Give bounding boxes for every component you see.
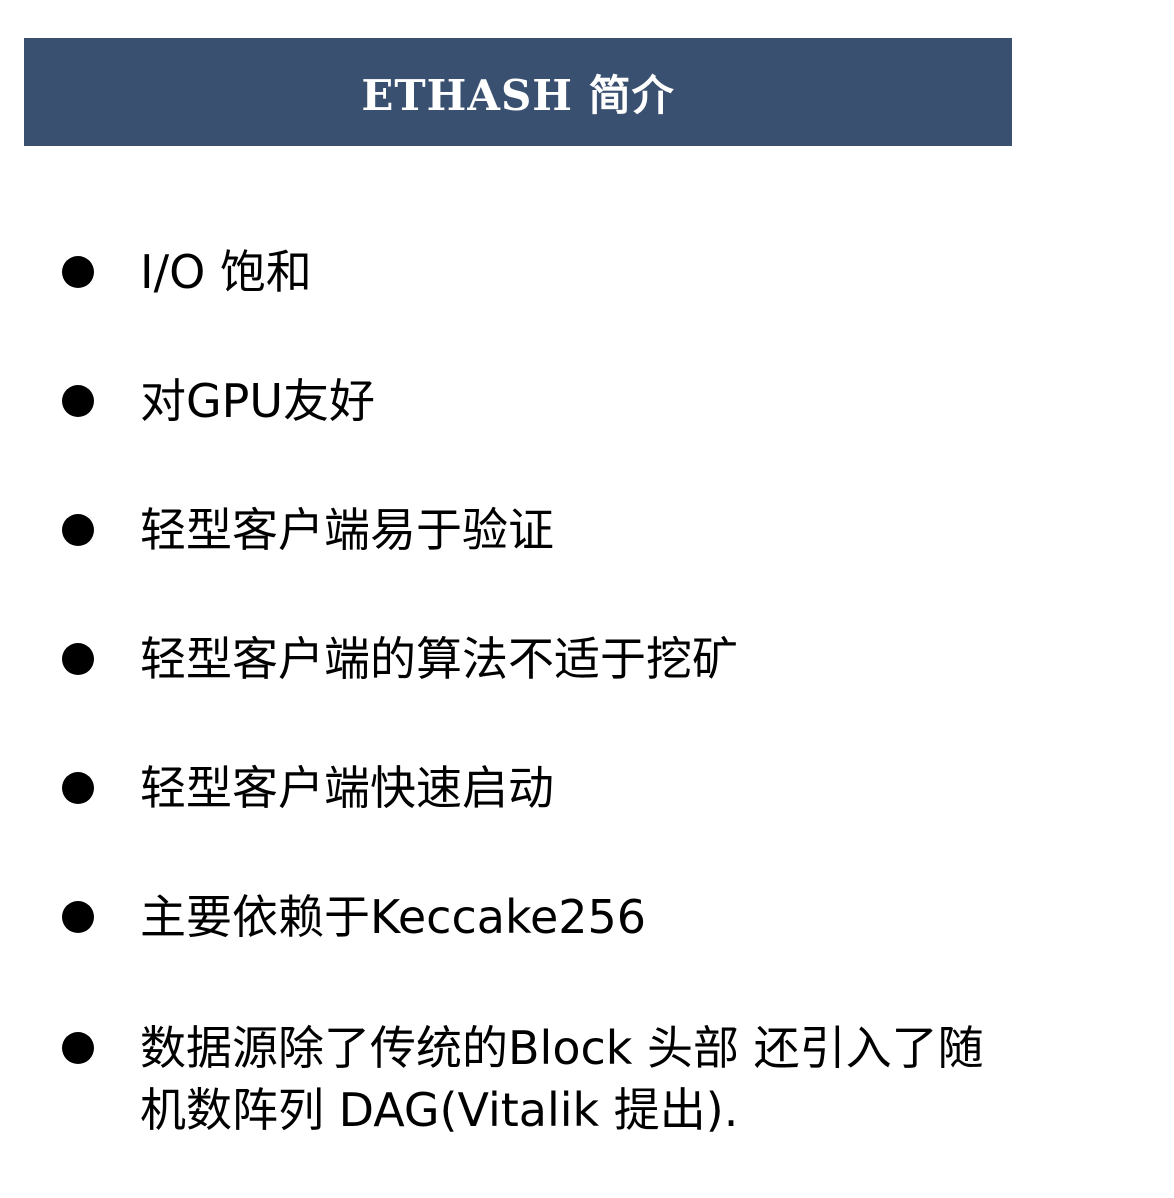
bullet-text: 主要依赖于Keccake256 [140, 890, 647, 944]
bullet-dot-icon [62, 256, 94, 288]
bullet-dot-icon [62, 514, 94, 546]
bullet-list: I/O 饱和 对GPU友好 轻型客户端易于验证 轻型客户端的算法不适于挖矿 轻型… [0, 0, 1174, 1198]
list-item: 数据源除了传统的Block 头部 还引入了随机数阵列 DAG(Vitalik 提… [62, 1021, 1142, 1141]
bullet-dot-icon [62, 385, 94, 417]
list-item: 轻型客户端的算法不适于挖矿 [62, 632, 1142, 690]
bullet-text: 轻型客户端的算法不适于挖矿 [140, 632, 738, 686]
bullet-text: 轻型客户端快速启动 [140, 761, 554, 815]
bullet-dot-icon [62, 772, 94, 804]
bullet-text: 对GPU友好 [140, 374, 376, 428]
bullet-dot-icon [62, 643, 94, 675]
bullet-text: 轻型客户端易于验证 [140, 503, 554, 557]
list-item: I/O 饱和 [62, 245, 1142, 303]
list-item: 主要依赖于Keccake256 [62, 890, 1142, 948]
bullet-dot-icon [62, 901, 94, 933]
bullet-dot-icon [62, 1032, 94, 1064]
list-item: 轻型客户端快速启动 [62, 761, 1142, 819]
list-item: 对GPU友好 [62, 374, 1142, 432]
list-item: 轻型客户端易于验证 [62, 503, 1142, 561]
bullet-text: I/O 饱和 [140, 245, 312, 299]
bullet-text: 数据源除了传统的Block 头部 还引入了随机数阵列 DAG(Vitalik 提… [140, 1021, 984, 1137]
